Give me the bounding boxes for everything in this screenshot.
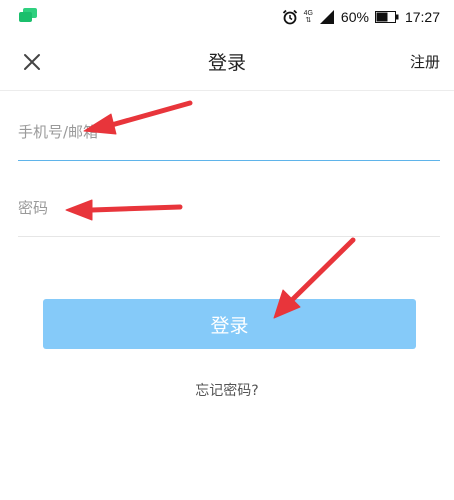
chat-app-icon: [19, 8, 37, 22]
phone-email-field[interactable]: [18, 104, 440, 161]
app-header: 登录 注册: [0, 34, 454, 91]
status-icons: 4G ⇅ 60% 17:27: [282, 8, 440, 26]
forgot-password-link[interactable]: 忘记密码?: [0, 380, 454, 400]
status-bar: 4G ⇅ 60% 17:27: [0, 0, 454, 34]
signal-icon: [319, 10, 334, 24]
alarm-icon: [282, 9, 297, 25]
battery-percent: 60%: [340, 9, 369, 25]
clock: 17:27: [404, 9, 440, 25]
battery-icon: [374, 11, 399, 23]
network-indicator: 4G ⇅: [303, 10, 313, 24]
login-button[interactable]: 登录: [43, 299, 416, 349]
password-field[interactable]: [18, 180, 440, 237]
password-input[interactable]: [18, 180, 440, 236]
page-title: 登录: [207, 52, 246, 74]
register-link[interactable]: 注册: [410, 51, 440, 72]
phone-email-input[interactable]: [18, 104, 440, 160]
